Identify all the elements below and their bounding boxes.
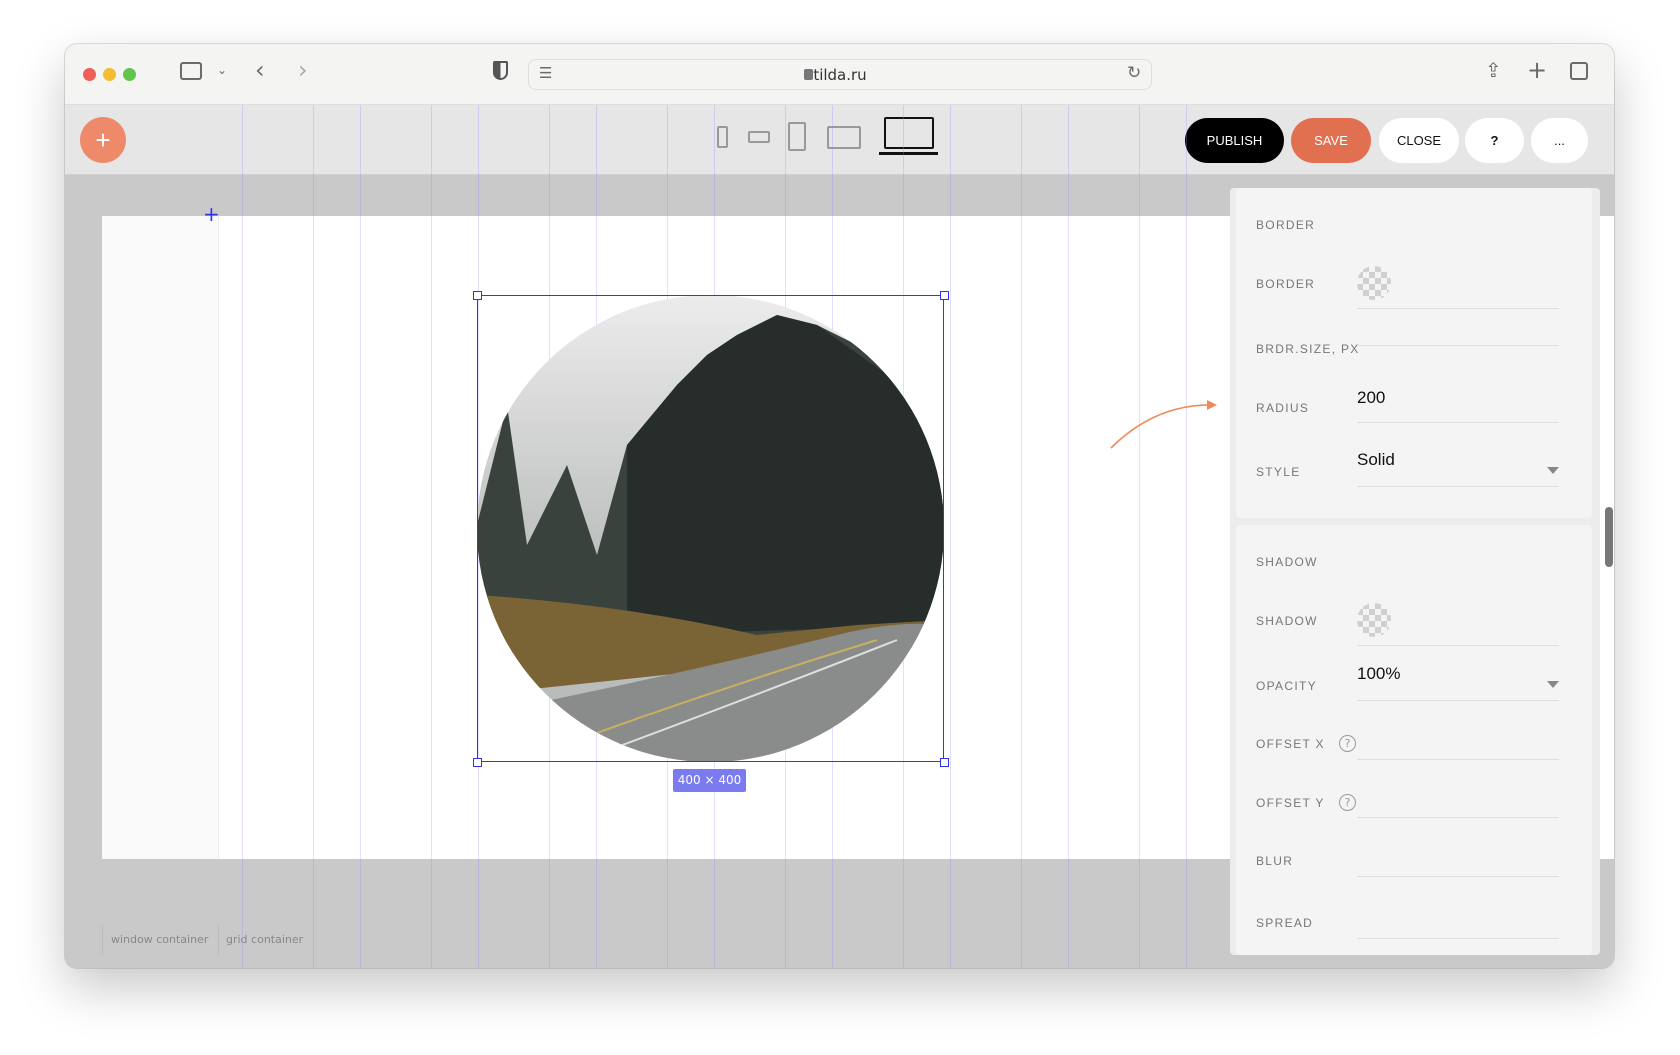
shadow-color-field[interactable] bbox=[1357, 645, 1559, 646]
blur-label: BLUR bbox=[1256, 854, 1294, 868]
resize-handle-bottom-left[interactable] bbox=[473, 758, 482, 767]
publish-button[interactable]: PUBLISH bbox=[1185, 118, 1284, 163]
annotation-arrow-icon bbox=[1110, 400, 1217, 449]
opacity-caret-icon[interactable] bbox=[1547, 681, 1559, 688]
minimize-window-button[interactable] bbox=[103, 68, 116, 81]
panel-scrollbar[interactable] bbox=[1605, 507, 1613, 567]
grid-line bbox=[1068, 105, 1069, 968]
grid-origin-marker: + bbox=[203, 202, 220, 226]
grid-line bbox=[1021, 105, 1022, 968]
border-size-input[interactable] bbox=[1357, 326, 1559, 346]
desktop-active-indicator bbox=[879, 152, 938, 155]
border-label: BORDER bbox=[1256, 277, 1316, 291]
shield-icon[interactable] bbox=[493, 61, 508, 80]
grid-line bbox=[1186, 105, 1187, 968]
reload-icon[interactable]: ↻ bbox=[1127, 65, 1141, 82]
shadow-label: SHADOW bbox=[1256, 614, 1318, 628]
size-badge: 400 × 400 bbox=[673, 769, 746, 792]
zoom-window-button[interactable] bbox=[123, 68, 136, 81]
back-icon[interactable]: ‹ bbox=[255, 58, 265, 82]
radius-underline bbox=[1357, 422, 1559, 423]
offset-y-label: OFFSET Y bbox=[1256, 796, 1325, 810]
spread-label: SPREAD bbox=[1256, 916, 1314, 930]
new-tab-icon[interactable]: + bbox=[1527, 58, 1547, 82]
resize-handle-top-left[interactable] bbox=[473, 291, 482, 300]
grid-line bbox=[360, 105, 361, 968]
style-select[interactable]: Solid bbox=[1357, 450, 1395, 470]
lock-icon bbox=[804, 69, 813, 80]
url-text: tilda.ru bbox=[813, 66, 867, 84]
close-button[interactable]: CLOSE bbox=[1379, 118, 1459, 163]
grid-line bbox=[1139, 105, 1140, 968]
tabs-overview-icon[interactable] bbox=[1570, 62, 1588, 80]
grid-line bbox=[950, 105, 951, 968]
offset-x-input[interactable] bbox=[1357, 759, 1559, 760]
opacity-select[interactable]: 100% bbox=[1357, 664, 1400, 684]
forward-icon[interactable]: › bbox=[298, 58, 308, 82]
more-button[interactable]: ... bbox=[1531, 118, 1588, 163]
border-size-label: BRDR.SIZE, PX bbox=[1256, 342, 1360, 356]
browser-titlebar: ⌄ ‹ › ☰ tilda.ru ↻ ⇪ + bbox=[65, 44, 1614, 105]
offset-x-help-icon[interactable]: ? bbox=[1339, 735, 1356, 752]
grid-line bbox=[242, 105, 243, 968]
editor-toolbar: + PUBLISH SAVE CLOSE ? ... bbox=[65, 105, 1614, 175]
selection-box[interactable] bbox=[477, 295, 944, 762]
mobile-landscape-icon[interactable] bbox=[748, 131, 770, 143]
resize-handle-top-right[interactable] bbox=[940, 291, 949, 300]
add-block-button[interactable]: + bbox=[80, 117, 126, 163]
browser-window: ⌄ ‹ › ☰ tilda.ru ↻ ⇪ + + PUBLISH SAVE CL… bbox=[65, 44, 1614, 968]
window-container-label: window container bbox=[102, 925, 208, 955]
border-section: BORDER BORDER BRDR.SIZE, PX RADIUS 200 S… bbox=[1236, 188, 1592, 518]
save-button[interactable]: SAVE bbox=[1291, 118, 1371, 163]
offset-y-input[interactable] bbox=[1357, 817, 1559, 818]
chevron-down-icon[interactable]: ⌄ bbox=[217, 64, 227, 76]
settings-panel: BORDER BORDER BRDR.SIZE, PX RADIUS 200 S… bbox=[1230, 188, 1600, 955]
mobile-portrait-icon[interactable] bbox=[717, 126, 728, 148]
address-bar[interactable]: ☰ tilda.ru ↻ bbox=[528, 59, 1152, 90]
close-window-button[interactable] bbox=[83, 68, 96, 81]
opacity-underline bbox=[1357, 700, 1559, 701]
sidebar-icon[interactable] bbox=[180, 62, 202, 80]
resize-handle-bottom-right[interactable] bbox=[940, 758, 949, 767]
offset-x-label: OFFSET X bbox=[1256, 737, 1325, 751]
border-color-field[interactable] bbox=[1357, 308, 1559, 309]
style-underline bbox=[1357, 486, 1559, 487]
radius-label: RADIUS bbox=[1256, 401, 1310, 415]
window-container-area bbox=[102, 216, 219, 859]
grid-line bbox=[431, 105, 432, 968]
shadow-color-swatch[interactable] bbox=[1357, 603, 1391, 637]
grid-container-label: grid container bbox=[218, 925, 303, 955]
desktop-icon[interactable] bbox=[884, 117, 934, 149]
shadow-section-title: SHADOW bbox=[1256, 555, 1318, 569]
grid-line bbox=[313, 105, 314, 968]
tablet-portrait-icon[interactable] bbox=[788, 122, 806, 151]
shadow-section: SHADOW SHADOW OPACITY 100% OFFSET X ? OF… bbox=[1236, 525, 1592, 955]
offset-y-help-icon[interactable]: ? bbox=[1339, 794, 1356, 811]
opacity-label: OPACITY bbox=[1256, 679, 1317, 693]
share-icon[interactable]: ⇪ bbox=[1485, 60, 1502, 80]
style-label: STYLE bbox=[1256, 465, 1301, 479]
blur-input[interactable] bbox=[1357, 876, 1559, 877]
style-caret-icon[interactable] bbox=[1547, 467, 1559, 474]
radius-input[interactable]: 200 bbox=[1357, 388, 1385, 408]
border-color-swatch[interactable] bbox=[1357, 266, 1391, 300]
help-button[interactable]: ? bbox=[1465, 118, 1524, 163]
border-section-title: BORDER bbox=[1256, 218, 1316, 232]
spread-input[interactable] bbox=[1357, 938, 1559, 939]
